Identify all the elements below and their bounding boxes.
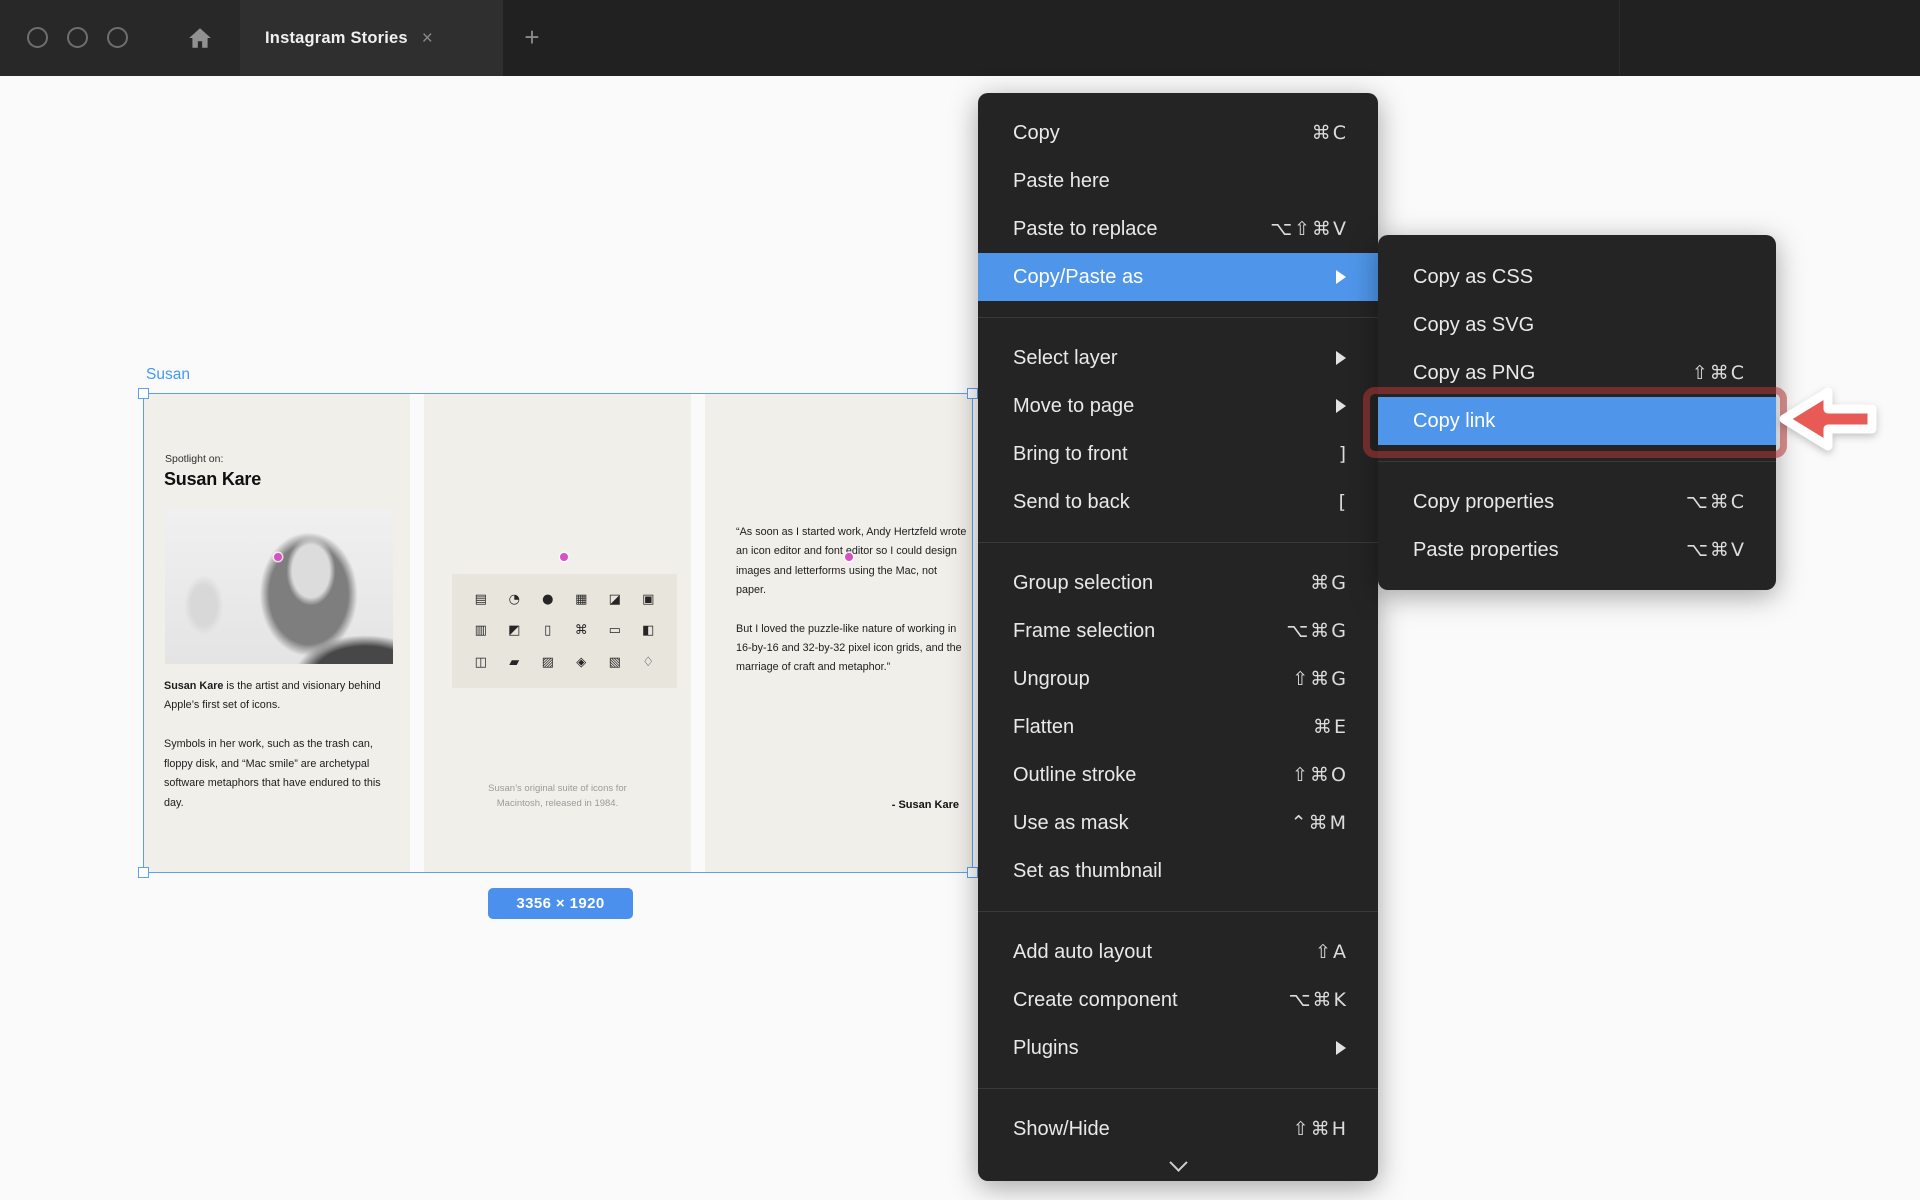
menu-divider [978, 542, 1378, 543]
new-tab-button[interactable]: + [517, 22, 547, 52]
menu-item-bring-to-front[interactable]: Bring to front ] [978, 430, 1378, 478]
dark-book-icon: ◧ [642, 624, 654, 637]
menu-item-send-to-back[interactable]: Send to back [ [978, 478, 1378, 526]
top-bar: Instagram Stories × + [0, 0, 1920, 76]
stamp-icon: ◫ [475, 656, 487, 669]
menu-item-plugins[interactable]: Plugins [978, 1024, 1378, 1072]
classic-mac-icon: ▤ [475, 593, 487, 606]
intro-text: Susan Kare is the artist and visionary b… [164, 677, 396, 715]
watch-icon: ◔ [509, 593, 520, 606]
symbols-paragraph: Symbols in her work, such as the trash c… [164, 735, 400, 813]
tab-instagram-stories[interactable]: Instagram Stories × [240, 0, 503, 76]
command-key-icon: ⌘ [575, 624, 588, 637]
menu-item-set-as-thumbnail[interactable]: Set as thumbnail [978, 847, 1378, 895]
menu-item-ungroup[interactable]: Ungroup ⇧⌘G [978, 655, 1378, 703]
submenu-item-paste-properties[interactable]: Paste properties ⌥⌘V [1378, 526, 1776, 574]
chevron-down-icon [1169, 1153, 1187, 1171]
dimensions-badge: 3356 × 1920 [488, 888, 633, 919]
watermark-doc-icon: ♢ [642, 656, 654, 669]
bomb-icon: ● [542, 593, 553, 606]
menu-item-use-as-mask[interactable]: Use as mask ⌃⌘M [978, 799, 1378, 847]
caption-line-1: Susan’s original suite of icons for [424, 781, 691, 796]
pin-marker-1 [274, 553, 282, 561]
story-panel-3[interactable]: “As soon as I started work, Andy Hertzfe… [705, 393, 972, 873]
submenu-arrow-icon [1336, 1041, 1346, 1055]
menu-item-frame-selection[interactable]: Frame selection ⌥⌘G [978, 607, 1378, 655]
window-zoom-button[interactable] [107, 27, 128, 48]
menu-item-show-hide[interactable]: Show/Hide ⇧⌘H [978, 1105, 1378, 1153]
submenu-arrow-icon [1336, 399, 1346, 413]
quote-paragraph-1: “As soon as I started work, Andy Hertzfe… [736, 523, 970, 601]
submenu-item-copy-as-svg[interactable]: Copy as SVG [1378, 301, 1776, 349]
return-folder-icon: ◩ [508, 624, 520, 637]
trash-can-icon: ▯ [544, 624, 551, 637]
intro-bold-name: Susan Kare [164, 680, 223, 692]
icon-grid: ▤ ◔ ● ▦ ◪ ▣ ▥ ◩ ▯ ⌘ ▭ ◧ ◫ ▰ ▨ ◈ ▧ ♢ [452, 574, 677, 688]
story-panel-1[interactable]: Spotlight on: Susan Kare Susan Kare is t… [143, 393, 410, 873]
pin-marker-2 [560, 553, 568, 561]
menu-divider [978, 317, 1378, 318]
icons-caption: Susan’s original suite of icons for Maci… [424, 781, 691, 811]
pin-marker-3 [845, 553, 853, 561]
susan-frame[interactable]: Spotlight on: Susan Kare Susan Kare is t… [143, 393, 973, 873]
menu-divider [978, 1088, 1378, 1089]
menu-item-group-selection[interactable]: Group selection ⌘G [978, 559, 1378, 607]
submenu-item-copy-as-png[interactable]: Copy as PNG ⇧⌘C [1378, 349, 1776, 397]
window-close-button[interactable] [27, 27, 48, 48]
menu-item-add-auto-layout[interactable]: Add auto layout ⇧A [978, 928, 1378, 976]
menu-item-paste-to-replace[interactable]: Paste to replace ⌥⇧⌘V [978, 205, 1378, 253]
floppy-disk-icon: ▣ [642, 593, 654, 606]
copier-icon: ▨ [542, 656, 554, 669]
topbar-divider [1619, 0, 1620, 76]
window-controls-group [0, 0, 240, 76]
context-menu: Copy ⌘C Paste here Paste to replace ⌥⇧⌘V… [978, 93, 1378, 1181]
menu-item-copy-paste-as[interactable]: Copy/Paste as [978, 253, 1378, 301]
copy-paste-as-submenu: Copy as CSS Copy as SVG Copy as PNG ⇧⌘C … [1378, 235, 1776, 590]
susan-kare-photo [165, 509, 393, 664]
quote-paragraph-2: But I loved the puzzle-like nature of wo… [736, 620, 970, 678]
caption-line-2: Macintosh, released in 1984. [424, 796, 691, 811]
menu-divider [978, 911, 1378, 912]
eject-diskette-icon: ◪ [609, 593, 621, 606]
tab-close-icon[interactable]: × [422, 29, 433, 48]
toolbox-icon: ▦ [575, 593, 587, 606]
home-button[interactable] [185, 23, 215, 53]
menu-divider [1378, 461, 1776, 462]
menu-item-outline-stroke[interactable]: Outline stroke ⇧⌘O [978, 751, 1378, 799]
menu-item-copy[interactable]: Copy ⌘C [978, 109, 1378, 157]
quote-text: “As soon as I started work, Andy Hertzfe… [736, 523, 970, 678]
submenu-item-copy-properties[interactable]: Copy properties ⌥⌘C [1378, 478, 1776, 526]
panel-title: Susan Kare [164, 469, 261, 490]
menu-item-move-to-page[interactable]: Move to page [978, 382, 1378, 430]
folded-page-icon: ▰ [509, 656, 519, 669]
tab-title: Instagram Stories [265, 29, 408, 48]
spotlight-eyebrow: Spotlight on: [165, 453, 223, 465]
submenu-item-copy-as-css[interactable]: Copy as CSS [1378, 253, 1776, 301]
submenu-arrow-icon [1336, 270, 1346, 284]
quote-attribution: - Susan Kare [892, 799, 959, 811]
clipping-page-icon: ▧ [609, 656, 621, 669]
mac-document-icon: ▭ [609, 624, 621, 637]
frame-name-label[interactable]: Susan [146, 366, 190, 384]
menu-item-select-layer[interactable]: Select layer [978, 334, 1378, 382]
menu-item-paste-here[interactable]: Paste here [978, 157, 1378, 205]
submenu-item-copy-link[interactable]: Copy link [1378, 397, 1776, 445]
window-minimize-button[interactable] [67, 27, 88, 48]
menu-item-flatten[interactable]: Flatten ⌘E [978, 703, 1378, 751]
submenu-arrow-icon [1336, 351, 1346, 365]
story-panel-2[interactable]: ▤ ◔ ● ▦ ◪ ▣ ▥ ◩ ▯ ⌘ ▭ ◧ ◫ ▰ ▨ ◈ ▧ ♢ Susan’s original suit… [424, 393, 691, 873]
home-icon [187, 25, 213, 51]
menu-scroll-more[interactable] [978, 1153, 1378, 1177]
menu-item-create-component[interactable]: Create component ⌥⌘K [978, 976, 1378, 1024]
diamond-doc-icon: ◈ [576, 656, 586, 669]
text-document-icon: ▥ [475, 624, 487, 637]
